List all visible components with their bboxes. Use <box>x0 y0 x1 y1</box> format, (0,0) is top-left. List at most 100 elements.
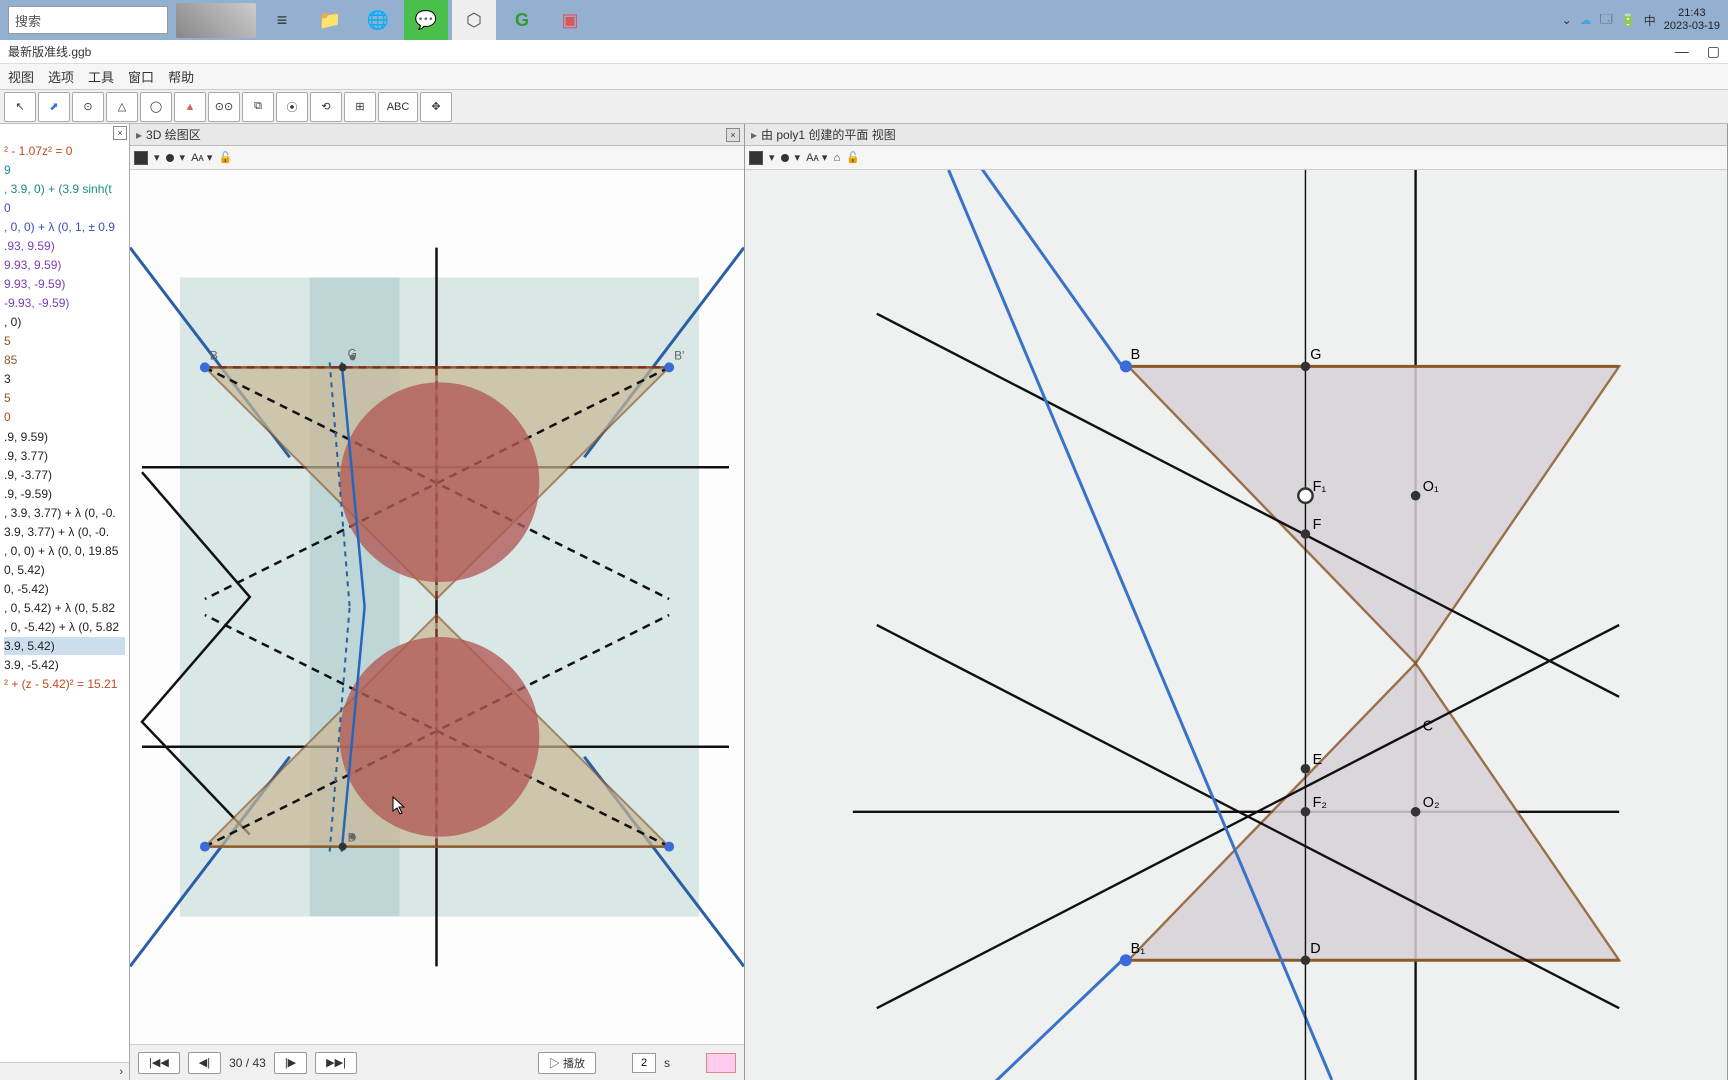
svg-text:F₂: F₂ <box>1313 795 1327 811</box>
algebra-item[interactable]: 3.9, -5.42) <box>4 656 125 674</box>
svg-text:O₁: O₁ <box>1423 479 1439 495</box>
tool-text[interactable]: ABC <box>378 92 418 122</box>
font-size-dropdown[interactable]: Aᴀ ▾ <box>191 151 212 164</box>
search-input[interactable]: 搜索 <box>8 6 168 34</box>
algebra-item[interactable]: , 0, -5.42) + λ (0, 5.82 <box>4 618 125 636</box>
last-frame-button[interactable]: ▶▶| <box>315 1052 357 1074</box>
algebra-item[interactable]: 5 <box>4 332 125 350</box>
logo-image <box>176 3 256 38</box>
canvas-3d[interactable]: B G B' D <box>130 170 744 1044</box>
menu-help[interactable]: 帮助 <box>164 65 198 88</box>
cloud-icon[interactable]: ☁ <box>1580 13 1592 27</box>
algebra-item[interactable]: , 0) <box>4 313 125 331</box>
app-icon[interactable]: G <box>500 0 544 40</box>
color-swatch[interactable] <box>749 151 763 165</box>
view-title-label: 由 poly1 创建的平面 视图 <box>761 126 896 143</box>
algebra-item[interactable]: 9.93, -9.59) <box>4 275 125 293</box>
main-area: × ² - 1.07z² = 09, 3.9, 0) + (3.9 sinh(t… <box>0 124 1728 1080</box>
algebra-item[interactable]: 0, 5.42) <box>4 561 125 579</box>
algebra-item[interactable]: , 3.9, 3.77) + λ (0, -0. <box>4 504 125 522</box>
speed-input[interactable] <box>632 1053 656 1073</box>
collapse-icon[interactable]: ▸ <box>751 128 757 142</box>
lock-icon[interactable]: 🔓 <box>218 151 232 164</box>
svg-text:B: B <box>210 348 218 362</box>
point-style[interactable] <box>166 154 174 162</box>
systray-icon[interactable]: ⌄ <box>1562 13 1572 27</box>
font-size-dropdown[interactable]: Aᴀ ▾ <box>806 151 827 164</box>
battery-icon[interactable]: 🔋 <box>1621 13 1636 27</box>
lock-icon[interactable]: 🔓 <box>846 151 860 164</box>
speed-unit: s <box>664 1056 670 1070</box>
tool-move[interactable]: ✥ <box>420 92 452 122</box>
algebra-item[interactable]: .9, 9.59) <box>4 428 125 446</box>
prev-frame-button[interactable]: ◀| <box>188 1052 221 1074</box>
algebra-item[interactable]: 3.9, 5.42) <box>4 637 125 655</box>
minimize-button[interactable]: — <box>1675 43 1689 60</box>
frame-counter: 30 / 43 <box>229 1056 266 1070</box>
svg-text:G: G <box>1310 347 1321 363</box>
tool-line[interactable]: ⬈ <box>38 92 70 122</box>
svg-text:B: B <box>1131 347 1141 363</box>
algebra-item[interactable]: .9, 3.77) <box>4 447 125 465</box>
tool-intersect[interactable]: ⊙⊙ <box>208 92 240 122</box>
algebra-item[interactable]: , 0, 0) + λ (0, 0, 19.85 <box>4 542 125 560</box>
algebra-item[interactable]: .9, -9.59) <box>4 485 125 503</box>
menu-tools[interactable]: 工具 <box>84 65 118 88</box>
algebra-item[interactable]: 0, -5.42) <box>4 580 125 598</box>
ime-icon[interactable]: 中 <box>1644 12 1656 29</box>
geogebra-icon[interactable]: ⬡ <box>452 0 496 40</box>
play-button[interactable]: ▷ 播放 <box>538 1052 596 1074</box>
algebra-list[interactable]: ² - 1.07z² = 09, 3.9, 0) + (3.9 sinh(t0,… <box>0 124 129 698</box>
algebra-item[interactable]: 9.93, 9.59) <box>4 256 125 274</box>
close-icon[interactable]: × <box>726 128 740 142</box>
tool-polygon[interactable]: △ <box>106 92 138 122</box>
menu-options[interactable]: 选项 <box>44 65 78 88</box>
menu-view[interactable]: 视图 <box>4 65 38 88</box>
tool-rotate[interactable]: ⟲ <box>310 92 342 122</box>
collapse-icon[interactable]: ▸ <box>136 128 142 142</box>
tool-circle[interactable]: ◯ <box>140 92 172 122</box>
algebra-item[interactable]: -9.93, -9.59) <box>4 294 125 312</box>
wechat-icon[interactable]: 💬 <box>404 0 448 40</box>
horizontal-scrollbar[interactable]: › <box>0 1062 129 1080</box>
systray-icon[interactable]: 🗔 <box>1600 10 1613 31</box>
algebra-item[interactable]: , 0, 0) + λ (0, 1, ± 0.9 <box>4 218 125 236</box>
file-explorer-icon[interactable]: 📁 <box>308 0 352 40</box>
point-style[interactable] <box>781 154 789 162</box>
algebra-item[interactable]: 3.9, 3.77) + λ (0, -0. <box>4 523 125 541</box>
menu-window[interactable]: 窗口 <box>124 65 158 88</box>
svg-text:E: E <box>1313 752 1323 768</box>
svg-text:F₁: F₁ <box>1313 479 1327 495</box>
home-icon[interactable]: ⌂ <box>833 152 840 164</box>
next-frame-button[interactable]: |▶ <box>274 1052 307 1074</box>
svg-text:B': B' <box>674 348 684 362</box>
algebra-item[interactable]: 0 <box>4 199 125 217</box>
taskbar-icon[interactable]: ≡ <box>260 0 304 40</box>
close-icon[interactable]: × <box>113 126 127 140</box>
algebra-item[interactable]: .9, -3.77) <box>4 466 125 484</box>
tool-cone[interactable]: ▲ <box>174 92 206 122</box>
record-button[interactable] <box>706 1053 736 1073</box>
algebra-item[interactable]: 85 <box>4 351 125 369</box>
tool-point[interactable]: ⊙ <box>72 92 104 122</box>
canvas-2d[interactable]: B G F₁ F O₁ E C F₂ O₂ <box>745 170 1727 1080</box>
algebra-item[interactable]: , 3.9, 0) + (3.9 sinh(t <box>4 180 125 198</box>
algebra-item[interactable]: ² + (z - 5.42)² = 15.21 <box>4 675 125 693</box>
tool-sphere[interactable]: ⦿ <box>276 92 308 122</box>
algebra-item[interactable]: 0 <box>4 408 125 426</box>
app-icon[interactable]: ▣ <box>548 0 592 40</box>
tool-pointer[interactable]: ↖ <box>4 92 36 122</box>
algebra-item[interactable]: ² - 1.07z² = 0 <box>4 142 125 160</box>
algebra-item[interactable]: 9 <box>4 161 125 179</box>
algebra-item[interactable]: .93, 9.59) <box>4 237 125 255</box>
color-swatch[interactable] <box>134 151 148 165</box>
tool-plane[interactable]: ⧉ <box>242 92 274 122</box>
clock[interactable]: 21:43 2023-03-19 <box>1664 7 1720 33</box>
first-frame-button[interactable]: |◀◀ <box>138 1052 180 1074</box>
algebra-item[interactable]: 3 <box>4 370 125 388</box>
maximize-button[interactable]: ▢ <box>1707 43 1720 60</box>
edge-icon[interactable]: 🌐 <box>356 0 400 40</box>
tool-grid[interactable]: ⊞ <box>344 92 376 122</box>
algebra-item[interactable]: , 0, 5.42) + λ (0, 5.82 <box>4 599 125 617</box>
algebra-item[interactable]: 5 <box>4 389 125 407</box>
